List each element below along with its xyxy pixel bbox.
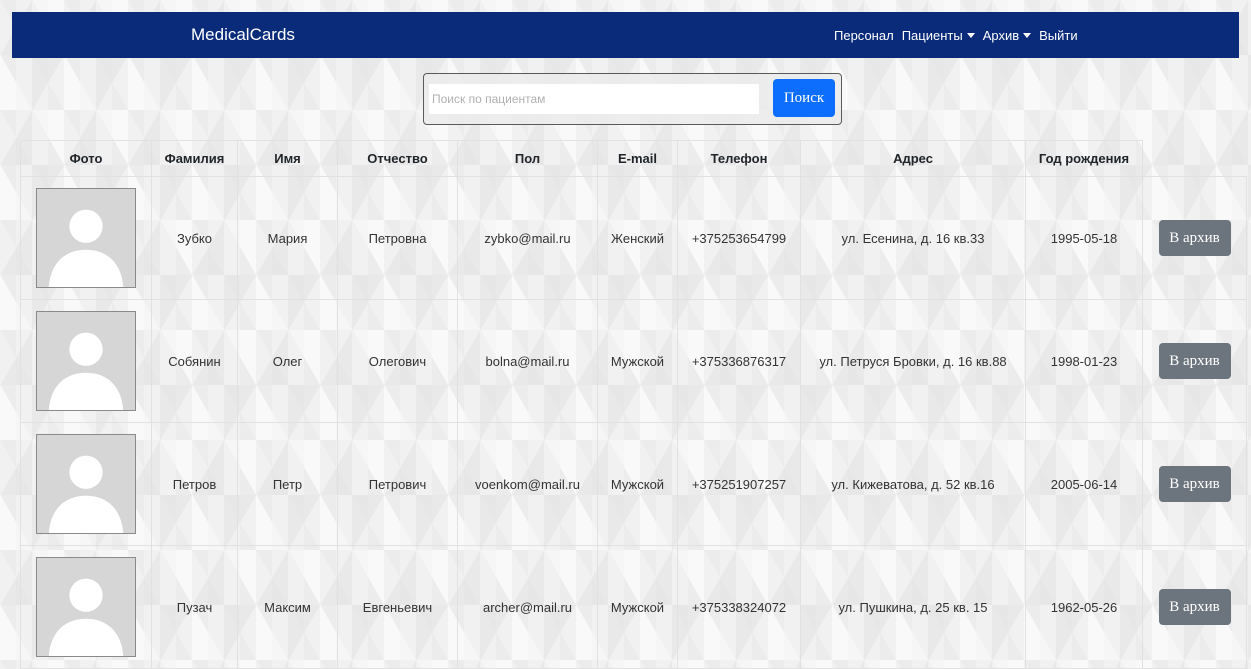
search-input[interactable] [429,84,759,114]
name-cell: Максим [237,545,338,669]
patronymic-cell: Петрович [337,422,458,546]
patronymic-cell: Олегович [337,299,458,423]
column-header-address: Адрес [800,140,1026,177]
gender-cell: Женский [597,176,678,300]
email-cell: voenkom@mail.ru [457,422,598,546]
archive-button[interactable]: В архив [1158,220,1231,256]
address-cell: ул. Петруся Бровки, д. 16 кв.88 [800,299,1026,423]
address-cell: ул. Кижеватова, д. 52 кв.16 [800,422,1026,546]
column-header-photo: Фото [20,140,152,177]
name-cell: Мария [237,176,338,300]
table-row: Петров Петр Петрович voenkom@mail.ru Муж… [20,422,1247,546]
gender-cell: Мужской [597,422,678,546]
top-navbar: MedicalCards Персонал Пациенты Архив Вый… [12,12,1239,58]
phone-cell: +375251907257 [677,422,801,546]
patients-table: Фото Фамилия Имя Отчество Пол E-mail Тел… [20,140,1247,669]
column-header-surname: Фамилия [151,140,238,177]
patronymic-cell: Петровна [337,176,458,300]
gender-cell: Мужской [597,299,678,423]
birth-date-cell: 2005-06-14 [1025,422,1143,546]
search-panel: Поиск [423,73,842,125]
patronymic-cell: Евгеньевич [337,545,458,669]
nav-link-label: Выйти [1039,27,1078,43]
table-header-row: Фото Фамилия Имя Отчество Пол E-mail Тел… [20,140,1247,177]
phone-cell: +375338324072 [677,545,801,669]
column-header-phone: Телефон [677,140,801,177]
name-cell: Петр [237,422,338,546]
column-header-patronymic: Отчество [337,140,458,177]
caret-down-icon [966,33,975,38]
nav-link-label: Пациенты [901,27,963,43]
avatar-placeholder-icon [36,188,136,288]
surname-cell: Зубко [151,176,238,300]
nav-link-staff[interactable]: Персонал [834,28,894,43]
archive-button[interactable]: В архив [1158,589,1231,625]
column-header-gender: Пол [457,140,598,177]
photo-cell [20,545,152,669]
search-button[interactable]: Поиск [773,79,835,117]
nav-link-logout[interactable]: Выйти [1039,28,1078,43]
archive-button[interactable]: В архив [1158,466,1231,502]
brand-logo[interactable]: MedicalCards [191,12,295,58]
birth-date-cell: 1995-05-18 [1025,176,1143,300]
photo-cell [20,299,152,423]
table-row: Пузач Максим Евгеньевич archer@mail.ru М… [20,545,1247,669]
birth-date-cell: 1962-05-26 [1025,545,1143,669]
surname-cell: Пузач [151,545,238,669]
action-cell: В архив [1142,299,1247,423]
phone-cell: +375253654799 [677,176,801,300]
phone-cell: +375336876317 [677,299,801,423]
archive-button[interactable]: В архив [1158,343,1231,379]
address-cell: ул. Пушкина, д. 25 кв. 15 [800,545,1026,669]
column-header-actions [1142,140,1247,177]
action-cell: В архив [1142,545,1247,669]
action-cell: В архив [1142,422,1247,546]
gender-cell: Мужской [597,545,678,669]
action-cell: В архив [1142,176,1247,300]
photo-cell [20,176,152,300]
email-cell: zybko@mail.ru [457,176,598,300]
nav-link-label: Персонал [834,27,894,43]
table-row: Собянин Олег Олегович bolna@mail.ru Мужс… [20,299,1247,423]
column-header-birth-year: Год рождения [1025,140,1143,177]
avatar-placeholder-icon [36,557,136,657]
avatar-placeholder-icon [36,434,136,534]
address-cell: ул. Есенина, д. 16 кв.33 [800,176,1026,300]
birth-date-cell: 1998-01-23 [1025,299,1143,423]
nav-links: Персонал Пациенты Архив Выйти [834,12,1078,58]
nav-link-label: Архив [982,27,1020,43]
name-cell: Олег [237,299,338,423]
nav-dropdown-archive[interactable]: Архив [982,27,1032,43]
column-header-name: Имя [237,140,338,177]
avatar-placeholder-icon [36,311,136,411]
email-cell: bolna@mail.ru [457,299,598,423]
nav-dropdown-patients[interactable]: Пациенты [902,28,975,43]
photo-cell [20,422,152,546]
email-cell: archer@mail.ru [457,545,598,669]
table-row: Зубко Мария Петровна zybko@mail.ru Женск… [20,176,1247,300]
caret-down-icon [1023,33,1032,38]
surname-cell: Петров [151,422,238,546]
column-header-email: E-mail [597,140,678,177]
surname-cell: Собянин [151,299,238,423]
